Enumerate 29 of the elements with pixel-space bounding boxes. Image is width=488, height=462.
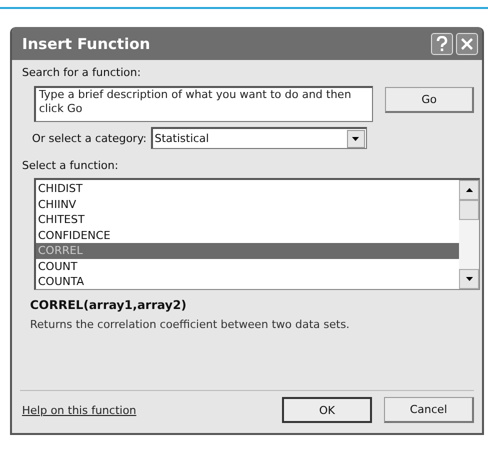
- close-icon: [460, 36, 474, 50]
- function-list-item[interactable]: COUNT: [36, 258, 459, 274]
- search-field[interactable]: Type a brief description of what you want to do and then click Go: [34, 86, 374, 122]
- function-list-item[interactable]: CONFIDENCE: [36, 228, 459, 243]
- function-list-item[interactable]: CHIDIST: [36, 181, 459, 196]
- ok-button[interactable]: OK: [282, 397, 372, 423]
- search-label: Search for a function:: [22, 66, 142, 79]
- help-button[interactable]: [431, 32, 453, 54]
- function-list-item[interactable]: CHITEST: [36, 212, 459, 228]
- help-link[interactable]: Help on this function: [22, 404, 136, 416]
- scroll-up-button[interactable]: [459, 180, 479, 200]
- scroll-down-button[interactable]: [459, 269, 479, 289]
- scrollbar[interactable]: [459, 180, 479, 289]
- function-list-item[interactable]: COUNTA: [36, 274, 459, 290]
- function-signature: CORREL(array1,array2): [30, 298, 188, 312]
- scroll-thumb[interactable]: [459, 200, 479, 220]
- up-arrow-icon: [466, 188, 472, 192]
- category-dropdown[interactable]: Statistical: [150, 127, 367, 149]
- function-description: Returns the correlation coefficient between two data sets.: [30, 318, 351, 331]
- question-mark-icon: [435, 36, 449, 52]
- down-arrow-icon: [466, 277, 472, 281]
- category-label: Or select a category:: [32, 132, 147, 144]
- window-title: Insert Function: [22, 34, 150, 52]
- function-list-item[interactable]: CHIINV: [36, 196, 459, 212]
- go-button[interactable]: Go: [385, 87, 474, 113]
- cancel-button[interactable]: Cancel: [384, 397, 474, 423]
- function-list-label: Select a function:: [22, 159, 120, 172]
- function-list[interactable]: CHIDIST CHIINV CHITEST CONFIDENCE CORREL COUNT COUNTA: [34, 178, 480, 290]
- close-button[interactable]: [456, 32, 478, 54]
